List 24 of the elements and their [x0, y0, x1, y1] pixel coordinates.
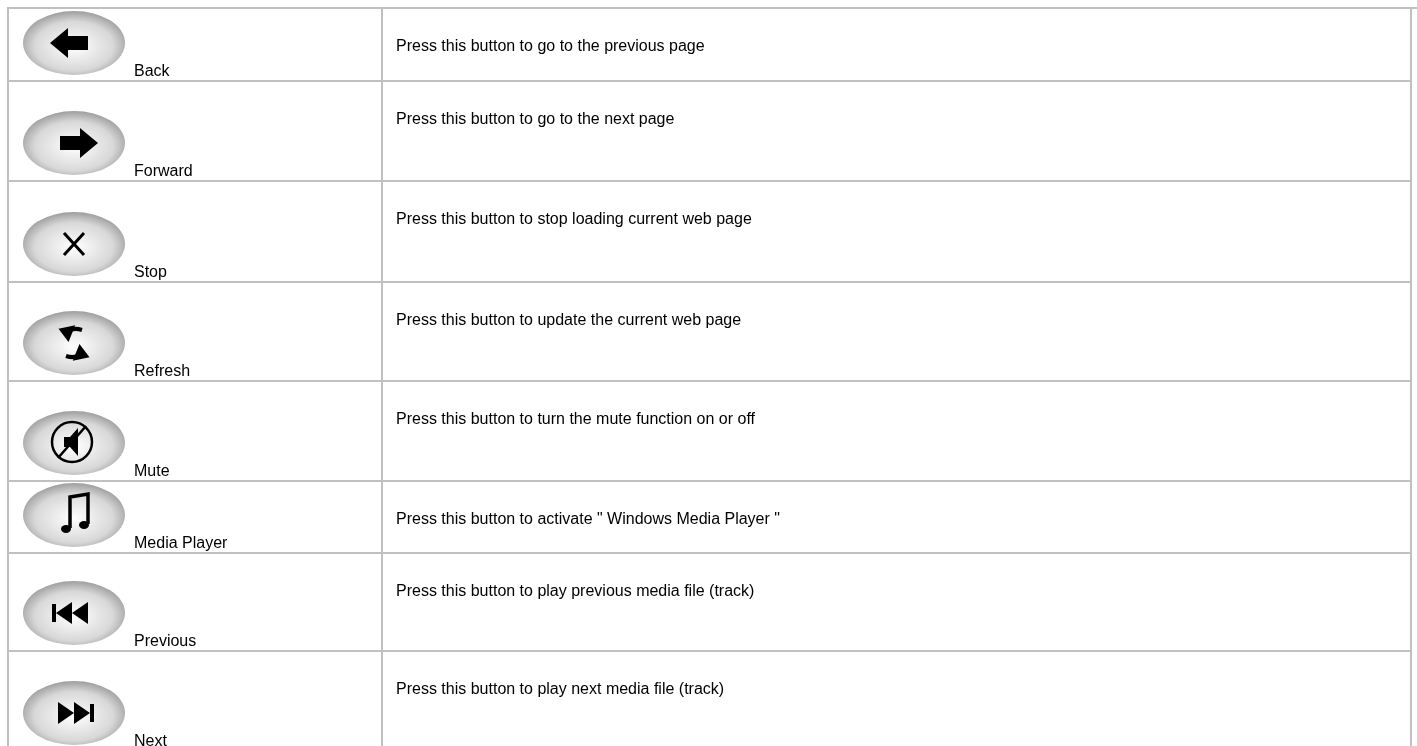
- button-description: Press this button to play previous media file (track): [396, 582, 755, 600]
- mute-speaker-icon: [22, 410, 126, 476]
- button-description: Press this button to play next media file (track): [396, 680, 725, 698]
- next-icon: [22, 680, 126, 746]
- button-label: Media Player: [134, 534, 228, 552]
- button-description: Press this button to go to the previous page: [396, 37, 705, 55]
- button-label: Stop: [134, 263, 167, 281]
- button-description: Press this button to go to the next page: [396, 110, 675, 128]
- button-label: Forward: [134, 162, 193, 180]
- button-label: Previous: [134, 632, 197, 650]
- button-label: Back: [134, 62, 170, 80]
- button-label: Next: [134, 732, 167, 746]
- button-description: Press this button to stop loading current web page: [396, 210, 752, 228]
- button-label: Mute: [134, 462, 170, 480]
- button-description: Press this button to activate " Windows Media Player ": [396, 510, 780, 528]
- back-icon: [22, 10, 126, 76]
- forward-icon: [22, 110, 126, 176]
- music-note-icon: [22, 482, 126, 548]
- refresh-icon: [22, 310, 126, 376]
- button-description: Press this button to update the current web page: [396, 311, 742, 329]
- button-description: Press this button to turn the mute function on or off: [396, 410, 756, 428]
- button-label: Refresh: [134, 362, 191, 380]
- previous-icon: [22, 580, 126, 646]
- close-icon: [22, 211, 126, 277]
